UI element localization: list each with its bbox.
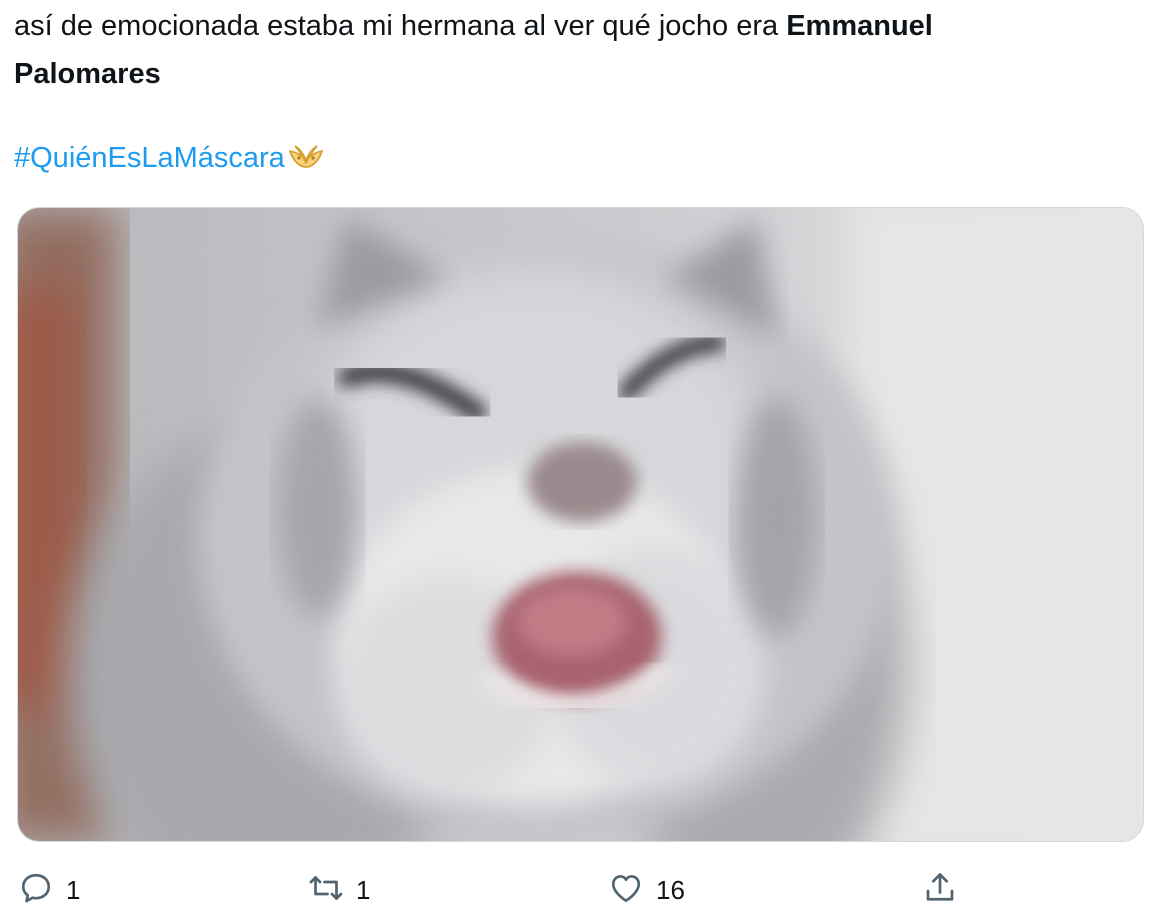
reply-button[interactable]: 1 (18, 870, 80, 910)
tweet-text-regular: así de emocionada estaba mi hermana al v… (14, 10, 787, 42)
reply-icon (18, 870, 54, 911)
tweet-text-bold-name-last: Palomares (14, 58, 161, 90)
retweet-icon (308, 870, 344, 911)
tweet-text-bold-name-first: Emmanuel (786, 10, 933, 42)
hashtag-link[interactable]: #QuiénEsLaMáscara (14, 142, 285, 175)
share-icon (922, 870, 958, 911)
tweet-text-line-2: Palomares (14, 50, 1124, 98)
tweet-action-bar: 1 1 16 (0, 862, 1152, 917)
like-count: 16 (656, 874, 685, 905)
retweet-button[interactable]: 1 (308, 870, 370, 910)
hashtag-line: #QuiénEsLaMáscara (14, 134, 325, 182)
mask-hashflag-icon (287, 143, 325, 173)
like-button[interactable]: 16 (608, 870, 685, 910)
reply-count: 1 (66, 874, 81, 905)
cat-meme-image (18, 208, 1143, 841)
like-heart-icon (608, 870, 644, 911)
tweet-text: así de emocionada estaba mi hermana al v… (14, 2, 1124, 98)
tweet-media-image[interactable] (17, 207, 1144, 842)
share-button[interactable] (922, 870, 958, 910)
retweet-count: 1 (356, 874, 371, 905)
tweet-text-line-1: así de emocionada estaba mi hermana al v… (14, 2, 1124, 50)
